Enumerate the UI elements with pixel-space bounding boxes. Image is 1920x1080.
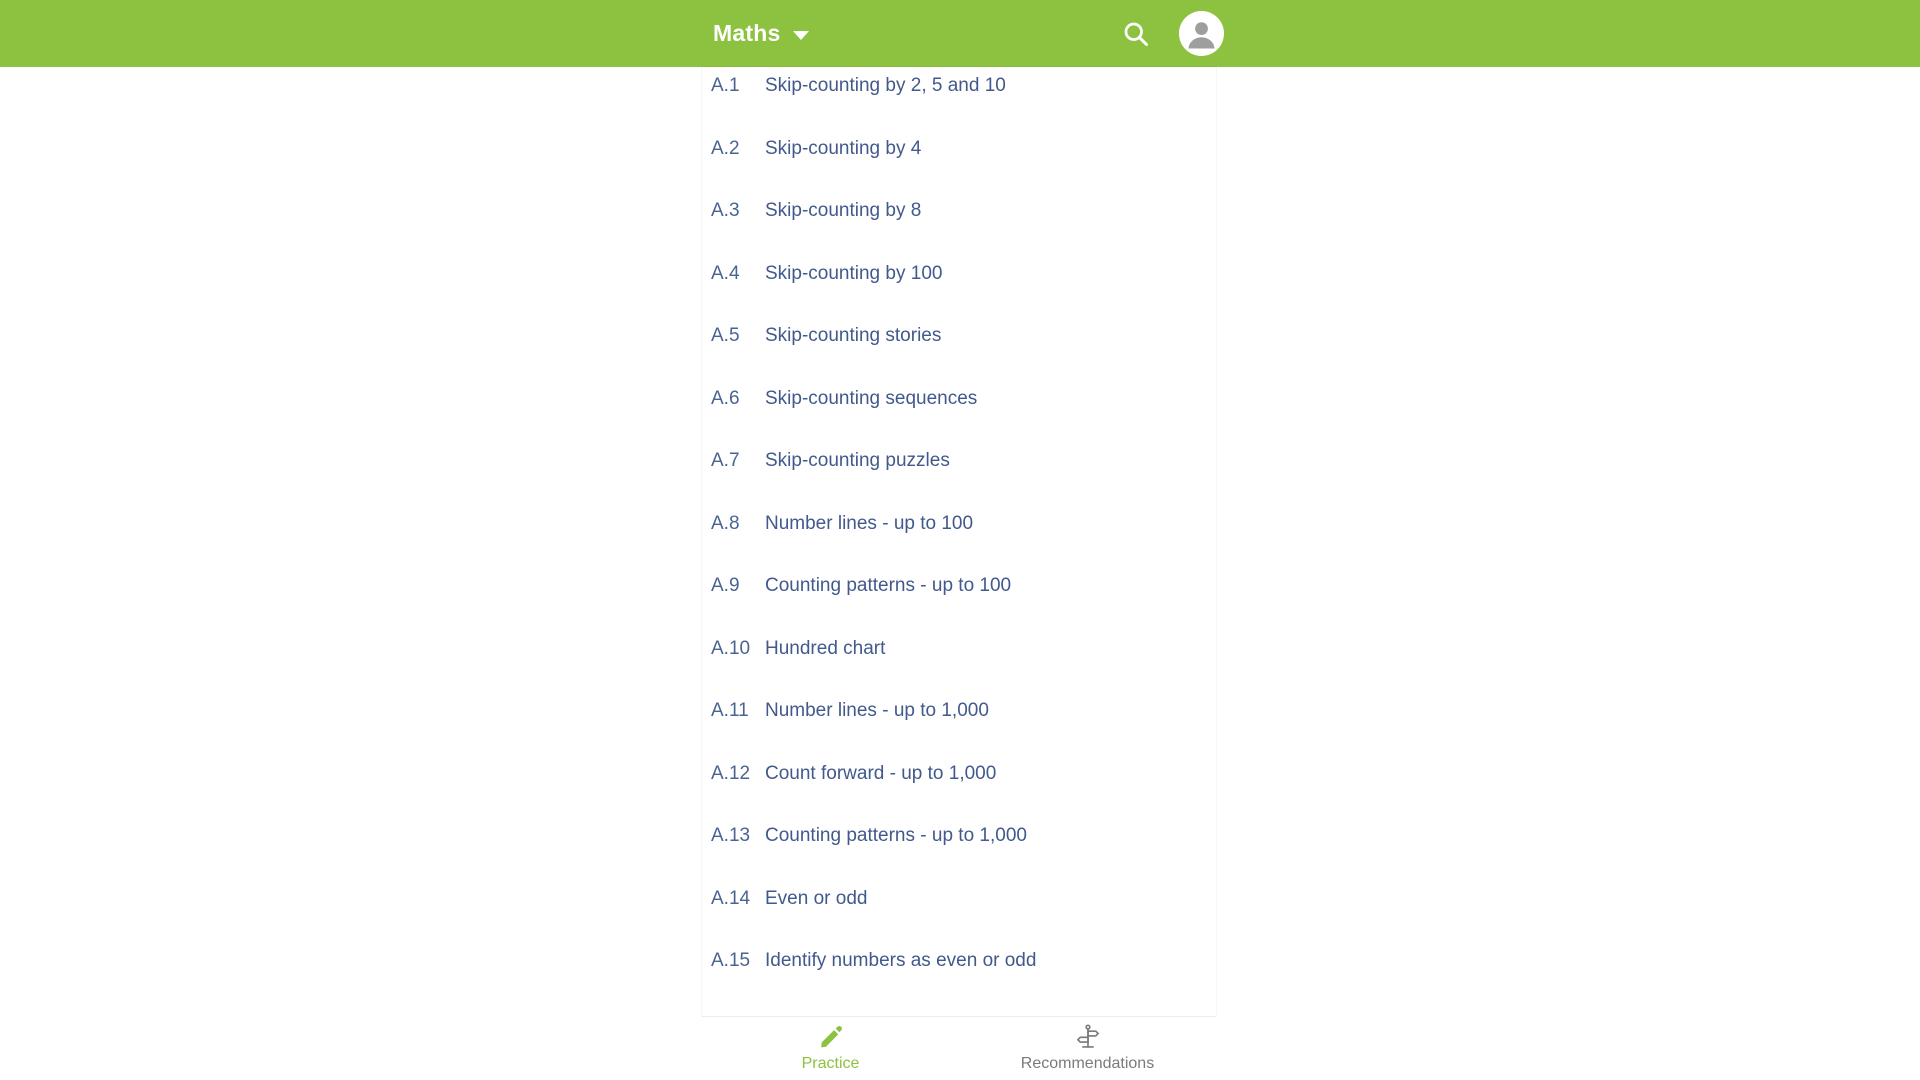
header-actions — [1115, 0, 1920, 67]
skill-title[interactable]: Skip-counting stories — [765, 326, 941, 345]
skill-title[interactable]: Skip-counting sequences — [765, 389, 977, 408]
skill-code: A.11 — [711, 700, 749, 721]
avatar[interactable] — [1179, 11, 1224, 56]
skill-code: A.8 — [711, 512, 740, 534]
skill-row[interactable]: A.4 Skip-counting by 100 — [702, 264, 1216, 327]
skill-row[interactable]: A.15 Identify numbers as even or odd — [702, 951, 1216, 1014]
nav-label: Practice — [801, 1055, 860, 1072]
app-root: Maths A.1 Skip-counting by 2, 5 and 10 A… — [0, 0, 1920, 1080]
subject-selector[interactable]: Maths — [707, 0, 815, 67]
skill-row[interactable]: A.7 Skip-counting puzzles — [702, 451, 1216, 514]
skill-code: A.3 — [711, 200, 740, 221]
skill-row[interactable]: A.9 Counting patterns - up to 100 — [702, 576, 1216, 639]
skill-code: A.15 — [711, 950, 751, 971]
skill-row[interactable]: A.1 Skip-counting by 2, 5 and 10 — [702, 76, 1216, 139]
skill-code: A.13 — [711, 825, 751, 846]
chevron-down-icon — [793, 30, 810, 40]
skill-title[interactable]: Skip-counting by 8 — [765, 201, 921, 220]
search-button[interactable] — [1115, 13, 1157, 55]
skill-code: A.14 — [711, 887, 751, 909]
skill-title[interactable]: Even or odd — [765, 889, 867, 908]
pencil-icon — [818, 1023, 844, 1051]
skill-row[interactable]: A.2 Skip-counting by 4 — [702, 139, 1216, 202]
skill-code: A.9 — [711, 575, 740, 596]
skill-code: A.12 — [711, 762, 751, 784]
nav-label: Recommendations — [1020, 1055, 1155, 1072]
skill-title[interactable]: Skip-counting by 4 — [765, 139, 921, 158]
search-icon — [1124, 22, 1148, 46]
skill-row[interactable]: A.10 Hundred chart — [702, 639, 1216, 702]
skill-row[interactable]: A.6 Skip-counting sequences — [702, 389, 1216, 452]
skill-title[interactable]: Counting patterns - up to 1,000 — [765, 826, 1027, 845]
account-circle-icon — [1179, 11, 1224, 56]
nav-item-recommendations[interactable]: Recommendations — [959, 1023, 1216, 1072]
skill-title[interactable]: Count forward - up to 1,000 — [765, 764, 996, 783]
skill-row[interactable]: A.11 Number lines - up to 1,000 — [702, 701, 1216, 764]
skill-row[interactable]: A.14 Even or odd — [702, 889, 1216, 952]
subject-title: Maths — [713, 20, 781, 46]
skill-list: A.1 Skip-counting by 2, 5 and 10 A.2 Skip-c… — [702, 67, 1216, 1014]
skill-title[interactable]: Hundred chart — [765, 639, 885, 658]
skill-row[interactable]: A.13 Counting patterns - up to 1,000 — [702, 826, 1216, 889]
skill-title[interactable]: Skip-counting puzzles — [765, 451, 950, 470]
app-header: Maths — [0, 0, 1920, 67]
signpost-icon — [1075, 1023, 1101, 1051]
skill-title[interactable]: Skip-counting by 2, 5 and 10 — [765, 76, 1006, 95]
skill-row[interactable]: A.12 Count forward - up to 1,000 — [702, 764, 1216, 827]
nav-item-practice[interactable]: Practice — [702, 1023, 959, 1072]
skill-code: A.6 — [711, 387, 740, 409]
skill-code: A.5 — [711, 325, 740, 346]
skill-code: A.10 — [711, 637, 751, 659]
skill-code: A.7 — [711, 450, 740, 471]
skill-title[interactable]: Number lines - up to 1,000 — [765, 701, 989, 720]
skill-row[interactable]: A.8 Number lines - up to 100 — [702, 514, 1216, 577]
skill-title[interactable]: Identify numbers as even or odd — [765, 951, 1036, 970]
skill-row[interactable]: A.3 Skip-counting by 8 — [702, 201, 1216, 264]
bottom-navigation: Practice Recommendations — [702, 1016, 1216, 1080]
skill-title[interactable]: Skip-counting by 100 — [765, 264, 942, 283]
skill-code: A.1 — [711, 75, 740, 96]
skill-title[interactable]: Counting patterns - up to 100 — [765, 576, 1011, 595]
skill-row[interactable]: A.5 Skip-counting stories — [702, 326, 1216, 389]
skills-card: A.1 Skip-counting by 2, 5 and 10 A.2 Skip-c… — [702, 67, 1216, 1016]
skill-title[interactable]: Number lines - up to 100 — [765, 514, 973, 533]
skill-code: A.2 — [711, 137, 740, 159]
header-inner: Maths — [0, 0, 1920, 67]
skill-code: A.4 — [711, 262, 740, 284]
